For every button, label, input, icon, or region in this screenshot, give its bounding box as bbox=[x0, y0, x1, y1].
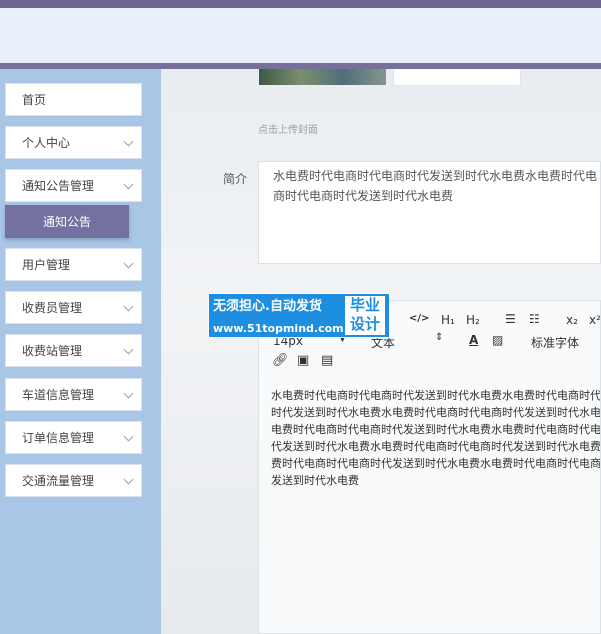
sidebar-item-home[interactable]: 首页 bbox=[5, 83, 142, 116]
sidebar-item-label: 订单信息管理 bbox=[22, 431, 95, 445]
heading1-button[interactable]: H₁ bbox=[441, 313, 455, 327]
watermark-badge: 毕业设计 bbox=[345, 296, 385, 335]
editor-content[interactable]: 水电费时代电商时代电商时代发送到时代水电费水电费时代电商时代电商时代发送到时代水… bbox=[271, 387, 600, 489]
code-icon[interactable]: </> bbox=[409, 313, 429, 324]
sidebar-item-label: 收费员管理 bbox=[22, 301, 83, 315]
superscript-button[interactable]: x² bbox=[589, 313, 600, 327]
watermark-banner: 无须担心.自动发货 www.51topmind.com 毕业设计 bbox=[208, 293, 390, 338]
sidebar-item-label: 交通流量管理 bbox=[22, 474, 95, 488]
cover-upload-box[interactable] bbox=[393, 69, 521, 86]
sidebar-item-label: 车道信息管理 bbox=[22, 388, 95, 402]
sidebar-item-notice-management[interactable]: 通知公告管理 bbox=[5, 169, 142, 202]
ordered-list-icon[interactable]: ☰ bbox=[505, 312, 516, 326]
watermark-slogan: 无须担心.自动发货 bbox=[213, 299, 322, 314]
sidebar: 首页 个人中心 通知公告管理 通知公告 用户管理 收费员管理 收费站管理 车道信… bbox=[0, 69, 161, 634]
rich-text-editor: </> H₁ H₂ ☰ ☷ x₂ x² 14px ▼ 文本 ⇕ A ▨ 标准字体… bbox=[258, 300, 601, 634]
sidebar-item-profile[interactable]: 个人中心 bbox=[5, 126, 142, 159]
link-icon[interactable]: 🔗︎ bbox=[272, 353, 289, 368]
bullet-list-icon[interactable]: ☷ bbox=[529, 312, 540, 326]
sidebar-item-label: 通知公告管理 bbox=[22, 179, 95, 193]
chevron-down-icon bbox=[123, 179, 134, 190]
subscript-button[interactable]: x₂ bbox=[566, 313, 578, 327]
font-color-icon[interactable]: A bbox=[469, 333, 478, 347]
chevron-down-icon bbox=[123, 474, 134, 485]
cover-image[interactable] bbox=[259, 69, 386, 85]
image-icon[interactable]: ▣ bbox=[297, 353, 309, 368]
sidebar-item-orders[interactable]: 订单信息管理 bbox=[5, 421, 142, 454]
sidebar-subitem-label: 通知公告 bbox=[42, 215, 91, 229]
intro-label: 简介 bbox=[223, 172, 248, 186]
sidebar-subitem-notice[interactable]: 通知公告 bbox=[5, 205, 129, 238]
top-bar bbox=[0, 0, 601, 8]
video-icon[interactable]: ▤ bbox=[321, 353, 333, 368]
chevron-down-icon bbox=[123, 388, 134, 399]
sidebar-item-toll-stations[interactable]: 收费站管理 bbox=[5, 334, 142, 367]
intro-textarea[interactable]: 水电费时代电商时代电商时代发送到时代水电费水电费时代电商时代电商时代发送到时代水… bbox=[258, 161, 601, 264]
updown-icon: ⇕ bbox=[435, 332, 444, 343]
watermark-url: www.51topmind.com bbox=[213, 322, 344, 335]
chevron-down-icon bbox=[123, 136, 134, 147]
chevron-down-icon bbox=[123, 344, 134, 355]
upload-hint: 点击上传封面 bbox=[258, 125, 318, 136]
background-color-icon[interactable]: ▨ bbox=[492, 333, 503, 347]
header bbox=[0, 8, 601, 63]
heading2-button[interactable]: H₂ bbox=[466, 313, 480, 327]
sidebar-item-lanes[interactable]: 车道信息管理 bbox=[5, 378, 142, 411]
sidebar-item-traffic[interactable]: 交通流量管理 bbox=[5, 464, 142, 497]
sidebar-item-collectors[interactable]: 收费员管理 bbox=[5, 291, 142, 324]
sidebar-item-label: 收费站管理 bbox=[22, 344, 83, 358]
sidebar-item-users[interactable]: 用户管理 bbox=[5, 248, 142, 281]
sidebar-item-label: 用户管理 bbox=[22, 258, 71, 272]
font-family-select[interactable]: 标准字体 bbox=[531, 334, 579, 351]
sidebar-item-label: 个人中心 bbox=[22, 136, 71, 150]
chevron-down-icon bbox=[123, 431, 134, 442]
chevron-down-icon bbox=[123, 258, 134, 269]
sidebar-item-label: 首页 bbox=[22, 93, 47, 107]
chevron-down-icon bbox=[123, 301, 134, 312]
